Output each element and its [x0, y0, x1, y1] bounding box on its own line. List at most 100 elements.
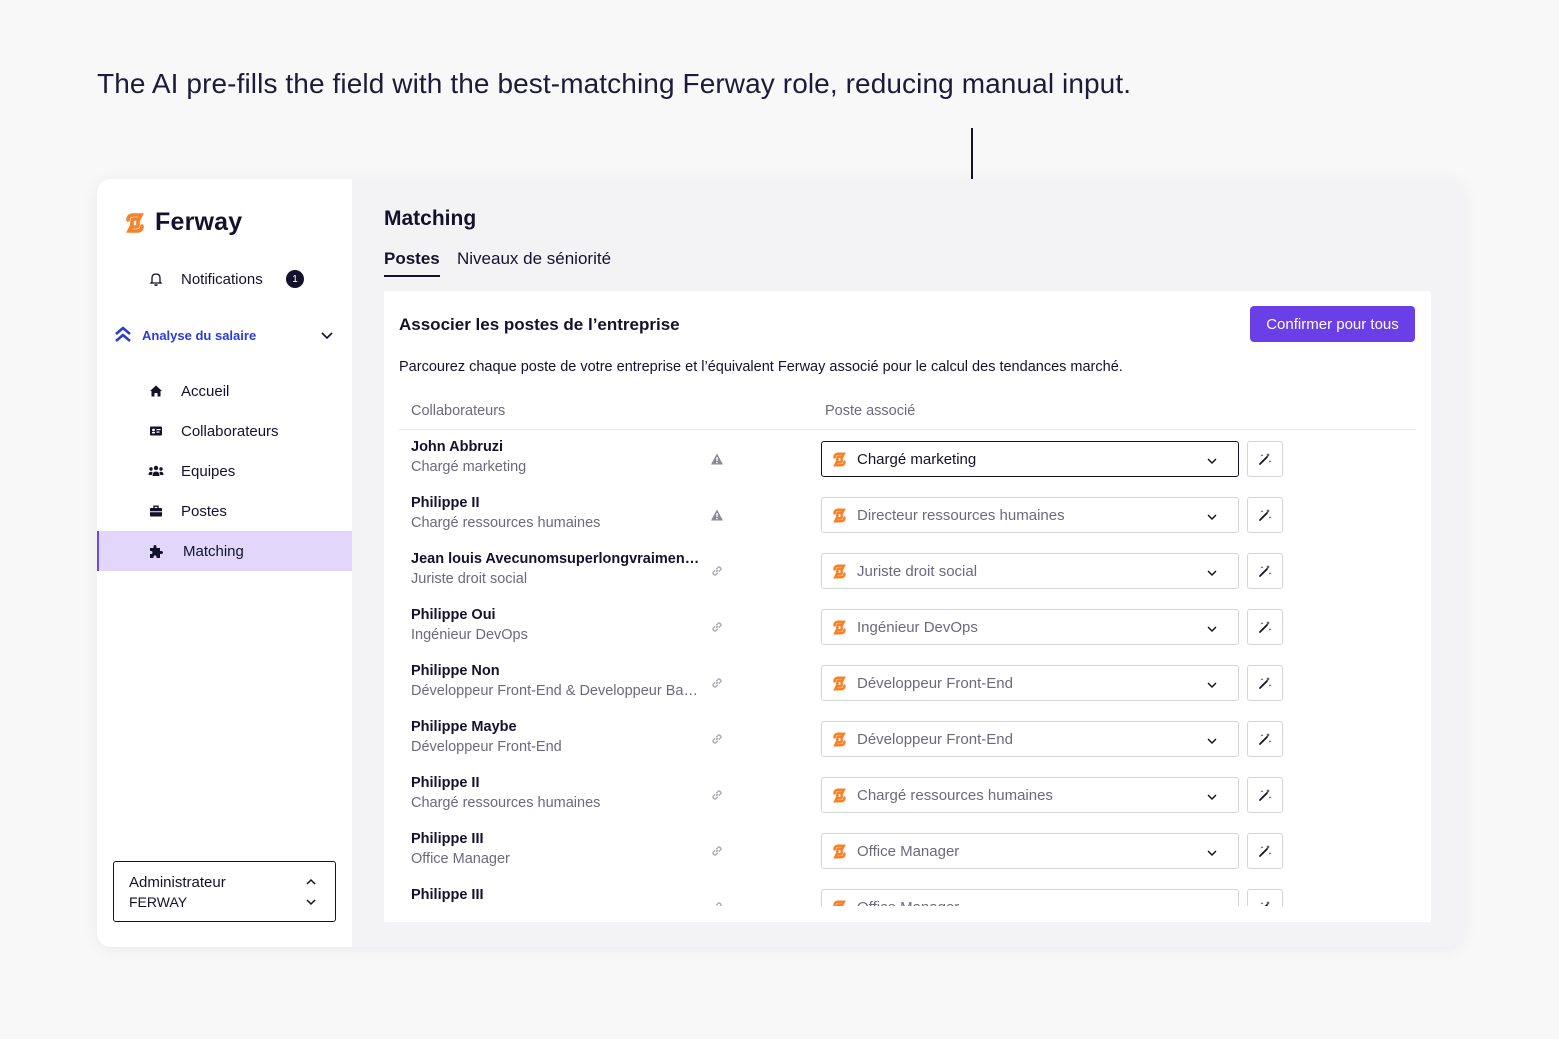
chevron-down-icon	[1206, 734, 1218, 746]
position-select[interactable]: Ingénieur DevOps	[821, 609, 1239, 645]
chevron-down-icon	[1206, 622, 1218, 634]
table-row: John Abbruzi Chargé marketing Chargé marke…	[384, 431, 1431, 487]
table-row: Philippe III Office Manager Office Manager	[384, 823, 1431, 879]
ai-suggest-button[interactable]	[1247, 889, 1283, 906]
employee-role: Développeur Front-End	[411, 739, 562, 755]
bell-icon	[147, 270, 165, 288]
ferway-logo-icon	[831, 843, 848, 860]
id-card-icon	[147, 422, 165, 440]
position-select[interactable]: Chargé marketing	[821, 441, 1239, 477]
app-window: Ferway Notifications 1 Analyse du salair…	[97, 179, 1463, 947]
chevron-down-icon	[1206, 902, 1218, 906]
employee-name: Philippe Non	[411, 663, 500, 679]
selected-position: Chargé ressources humaines	[857, 787, 1053, 804]
link-icon	[710, 620, 724, 634]
sidebar-item-label: Equipes	[181, 462, 236, 480]
sidebar-item-notifications[interactable]: Notifications 1	[97, 259, 352, 299]
table-row: Jean louis Avecunomsuperlongvraimentlong…	[384, 543, 1431, 599]
selected-position: Office Manager	[857, 899, 959, 906]
selected-position: Développeur Front-End	[857, 675, 1013, 692]
ai-suggest-button[interactable]	[1247, 665, 1283, 701]
ai-suggest-button[interactable]	[1247, 609, 1283, 645]
magic-wand-icon	[1258, 844, 1272, 858]
notification-count-badge: 1	[286, 270, 304, 288]
table-row: Philippe II Chargé ressources humaines Cha…	[384, 767, 1431, 823]
table-row: Philippe Maybe Développeur Front-End Dével…	[384, 711, 1431, 767]
ferway-logo-icon	[831, 731, 848, 748]
ferway-logo-icon	[831, 787, 848, 804]
selected-position: Ingénieur DevOps	[857, 619, 978, 636]
table-row: Philippe III Office Manager	[384, 879, 1431, 906]
chevron-down-icon	[1206, 454, 1218, 466]
magic-wand-icon	[1258, 452, 1272, 466]
card-description: Parcourez chaque poste de votre entrepri…	[399, 359, 1123, 375]
sidebar-item-collaborateurs[interactable]: Collaborateurs	[97, 411, 352, 451]
employee-role: Ingénieur DevOps	[411, 627, 528, 643]
sidebar-item-label: Notifications	[181, 270, 263, 288]
ai-suggest-button[interactable]	[1247, 777, 1283, 813]
magic-wand-icon	[1258, 564, 1272, 578]
tab-niveaux-seniorite[interactable]: Niveaux de séniorité	[457, 249, 611, 275]
card-title: Associer les postes de l’entreprise	[399, 315, 680, 334]
ai-suggest-button[interactable]	[1247, 441, 1283, 477]
magic-wand-icon	[1258, 676, 1272, 690]
ferway-logo-icon	[831, 619, 848, 636]
page-title: Matching	[384, 207, 477, 230]
team-icon	[147, 462, 165, 480]
ferway-logo-icon	[831, 507, 848, 524]
chevron-down-icon	[306, 899, 316, 906]
ai-suggest-button[interactable]	[1247, 553, 1283, 589]
employee-role: Juriste droit social	[411, 571, 528, 587]
ai-suggest-button[interactable]	[1247, 497, 1283, 533]
account-switcher[interactable]: Administrateur FERWAY	[113, 861, 336, 922]
sidebar-item-equipes[interactable]: Equipes	[97, 451, 352, 491]
sidebar-item-accueil[interactable]: Accueil	[97, 371, 352, 411]
ferway-logo[interactable]: Ferway	[123, 208, 242, 237]
position-select[interactable]: Office Manager	[821, 833, 1239, 869]
table-row: Philippe II Chargé ressources humaines Dir…	[384, 487, 1431, 543]
position-select[interactable]: Office Manager	[821, 889, 1239, 906]
section-label: Analyse du salaire	[142, 327, 257, 343]
ferway-logo-icon	[831, 675, 848, 692]
sidebar-item-postes[interactable]: Postes	[97, 491, 352, 531]
chevron-up-icon	[306, 878, 316, 885]
selected-position: Office Manager	[857, 843, 960, 860]
sidebar-section-salary-analysis[interactable]: Analyse du salaire	[97, 315, 352, 355]
employee-name: Philippe Oui	[411, 607, 496, 623]
sidebar-item-label: Accueil	[181, 382, 230, 400]
position-select[interactable]: Directeur ressources humaines	[821, 497, 1239, 533]
link-icon	[710, 900, 724, 906]
ai-suggest-button[interactable]	[1247, 833, 1283, 869]
header-divider	[399, 429, 1416, 430]
sidebar-item-label: Matching	[183, 542, 244, 560]
table-row: Philippe Non Développeur Front-End & Deve…	[384, 655, 1431, 711]
home-icon	[147, 382, 165, 400]
tab-postes[interactable]: Postes	[384, 249, 440, 277]
caption-text: The AI pre-fills the field with the best…	[97, 68, 1132, 99]
ferway-logo-icon	[126, 212, 144, 233]
ferway-chevrons-icon	[115, 326, 131, 342]
employee-role: Chargé ressources humaines	[411, 515, 601, 531]
ai-suggest-button[interactable]	[1247, 721, 1283, 757]
position-select[interactable]: Juriste droit social	[821, 553, 1239, 589]
magic-wand-icon	[1258, 900, 1272, 906]
employee-role: Office Manager	[411, 851, 510, 867]
magic-wand-icon	[1258, 788, 1272, 802]
magic-wand-icon	[1258, 732, 1272, 746]
link-icon	[710, 676, 724, 690]
chevron-down-icon	[1206, 566, 1218, 578]
table-row: Philippe Oui Ingénieur DevOps Ingénieur De…	[384, 599, 1431, 655]
position-select[interactable]: Chargé ressources humaines	[821, 777, 1239, 813]
link-icon	[710, 844, 724, 858]
confirm-all-button[interactable]: Confirmer pour tous	[1250, 306, 1415, 342]
employee-name: Philippe II	[411, 775, 480, 791]
main-content: Matching Postes Niveaux de séniorité Ass…	[352, 179, 1463, 947]
selected-position: Directeur ressources humaines	[857, 507, 1065, 524]
position-select[interactable]: Développeur Front-End	[821, 665, 1239, 701]
position-select[interactable]: Développeur Front-End	[821, 721, 1239, 757]
sidebar-item-label: Collaborateurs	[181, 422, 279, 440]
link-icon	[710, 564, 724, 578]
chevron-down-icon	[1206, 846, 1218, 858]
sidebar-item-matching[interactable]: Matching	[97, 531, 352, 571]
chevron-down-icon	[1206, 790, 1218, 802]
